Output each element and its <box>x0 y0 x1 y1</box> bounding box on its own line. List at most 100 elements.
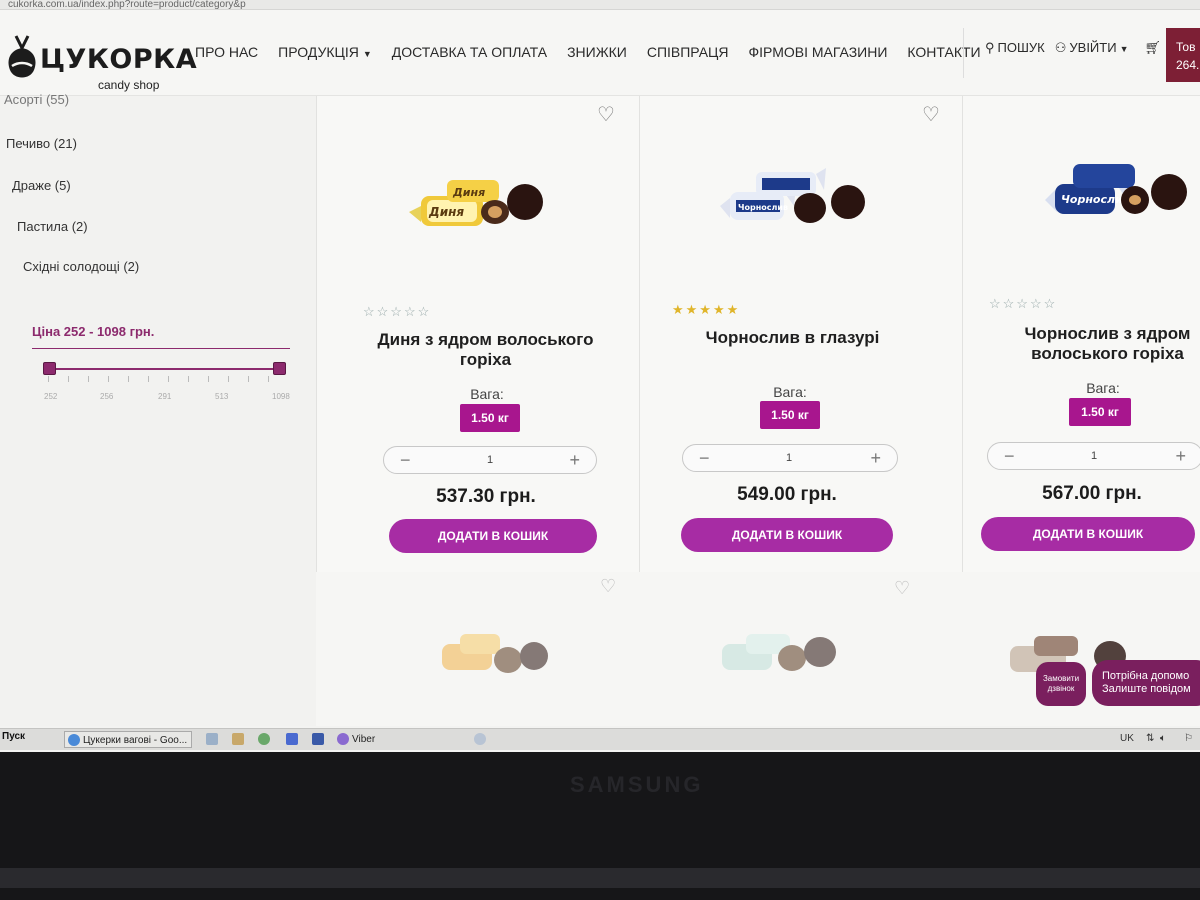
product-image[interactable]: Чорнослив <box>1043 156 1193 226</box>
price-slider-ticks <box>44 376 290 384</box>
price-tick-label: 256 <box>100 392 114 401</box>
cart-summary-label: Тов <box>1176 40 1196 54</box>
plus-icon[interactable]: + <box>870 448 881 469</box>
nav-stores[interactable]: ФІРМОВІ МАГАЗИНИ <box>739 40 898 64</box>
svg-text:Чорнослив: Чорнослив <box>1061 193 1130 206</box>
header-divider <box>963 28 964 78</box>
product-image[interactable]: Чорнослив <box>718 162 868 232</box>
chevron-down-icon: ▼ <box>1119 44 1129 54</box>
cart-icon[interactable]: 🛒︎ <box>1144 40 1161 56</box>
background-screen-taskbar <box>0 868 1200 888</box>
main-nav: ПРО НАС ПРОДУКЦІЯ ▼ ДОСТАВКА ТА ОПЛАТА ЗН… <box>185 40 991 64</box>
viber-icon <box>337 733 349 745</box>
nav-about[interactable]: ПРО НАС <box>185 40 268 64</box>
price-slider-track[interactable] <box>48 368 280 370</box>
heart-icon[interactable]: ♡ <box>597 102 615 127</box>
nav-delivery[interactable]: ДОСТАВКА ТА ОПЛАТА <box>382 40 557 64</box>
price-slider-max-handle[interactable] <box>273 362 286 375</box>
cart-summary[interactable]: Тов 264. <box>1166 28 1200 82</box>
start-button[interactable]: Пуск <box>2 731 25 742</box>
chevron-down-icon: ▼ <box>362 49 372 59</box>
category-link-cookies[interactable]: Печиво (21) <box>6 136 77 151</box>
quantity-stepper[interactable]: − 1 + <box>383 446 597 474</box>
taskbar-window-title: Цукерки вагові - Goo... <box>83 735 188 746</box>
minus-icon[interactable]: − <box>699 448 710 469</box>
taskbar-browser-window[interactable]: Цукерки вагові - Goo... <box>64 731 192 748</box>
product-name[interactable]: Диня з ядром волоського горіха <box>363 330 608 370</box>
category-link-cut[interactable]: Асорті (55) <box>4 92 69 107</box>
explorer-icon[interactable] <box>232 733 244 745</box>
candy-logo-icon <box>8 35 36 78</box>
browser-icon[interactable] <box>258 733 270 745</box>
nav-contacts[interactable]: КОНТАКТИ <box>897 40 990 64</box>
price-tick-label: 1098 <box>272 392 290 401</box>
product-image[interactable] <box>716 628 846 678</box>
category-link-dragee[interactable]: Драже (5) <box>12 178 71 193</box>
nav-products-label: ПРОДУКЦІЯ <box>278 44 359 60</box>
product-price: 567.00 грн. <box>1042 483 1142 504</box>
product-card: ♡ Диня Диня ☆☆☆☆☆ Диня з ядром волоськог… <box>316 96 639 572</box>
svg-text:Чорнослив: Чорнослив <box>738 203 788 212</box>
product-name[interactable]: Чорнослив в глазурі <box>670 328 915 348</box>
callback-button[interactable]: Замовити дзвінок <box>1036 662 1086 706</box>
weight-label: Вага: <box>773 384 807 400</box>
app-icon[interactable] <box>312 733 324 745</box>
weight-option-button[interactable]: 1.50 кг <box>760 401 820 429</box>
price-slider-min-handle[interactable] <box>43 362 56 375</box>
price-tick-label: 291 <box>158 392 172 401</box>
logo[interactable]: ЦУКОРКА candy shop <box>2 26 197 92</box>
help-line-1: Потрібна допомо <box>1102 670 1190 682</box>
quantity-value[interactable]: 1 <box>480 454 500 466</box>
taskbar-viber[interactable]: Viber <box>334 731 400 748</box>
product-image[interactable]: Диня Диня <box>407 166 557 236</box>
heart-icon[interactable]: ♡ <box>922 102 940 127</box>
product-card: Чорнослив ☆☆☆☆☆ Чорнослив з ядром волось… <box>962 96 1200 572</box>
add-to-cart-button[interactable]: ДОДАТИ В КОШИК <box>981 517 1195 551</box>
search-button[interactable]: ⚲ ПОШУК <box>985 40 1045 56</box>
price-filter-underline <box>32 348 290 349</box>
flag-icon[interactable]: ⚐ <box>1184 733 1193 744</box>
quantity-stepper[interactable]: − 1 + <box>682 444 898 472</box>
weight-option-button[interactable]: 1.50 кг <box>1069 398 1131 426</box>
nav-discounts[interactable]: ЗНИЖКИ <box>557 40 637 64</box>
product-name[interactable]: Чорнослив з ядром волоського горіха <box>1015 324 1200 364</box>
add-to-cart-button[interactable]: ДОДАТИ В КОШИК <box>681 518 893 552</box>
weight-option-button[interactable]: 1.50 кг <box>460 404 520 432</box>
minus-icon[interactable]: − <box>1004 446 1015 467</box>
add-to-cart-button[interactable]: ДОДАТИ В КОШИК <box>389 519 597 553</box>
price-tick-label: 252 <box>44 392 58 401</box>
svg-text:Диня: Диня <box>452 186 485 199</box>
heart-icon[interactable]: ♡ <box>600 576 616 597</box>
help-line-2: Залиште повідом <box>1102 683 1191 695</box>
login-label: УВІЙТИ <box>1069 40 1117 55</box>
nav-products[interactable]: ПРОДУКЦІЯ ▼ <box>268 40 382 64</box>
header-actions: ⚲ ПОШУК ⚇ УВІЙТИ ▼ 🛒︎ <box>985 40 1161 56</box>
product-image[interactable] <box>436 630 556 680</box>
product-price: 537.30 грн. <box>436 486 536 507</box>
language-indicator[interactable]: UK <box>1120 733 1134 744</box>
quantity-value[interactable]: 1 <box>1084 450 1104 462</box>
plus-icon[interactable]: + <box>569 450 580 471</box>
quantity-stepper[interactable]: − 1 + <box>987 442 1200 470</box>
nav-cooperation[interactable]: СПІВПРАЦЯ <box>637 40 739 64</box>
rating-stars: ★★★★★ <box>672 302 741 317</box>
price-tick-label: 513 <box>215 392 229 401</box>
product-price: 549.00 грн. <box>737 484 837 505</box>
category-link-pastila[interactable]: Пастила (2) <box>17 219 88 234</box>
login-button[interactable]: ⚇ УВІЙТИ ▼ <box>1055 40 1129 56</box>
save-icon[interactable] <box>286 733 298 745</box>
plus-icon[interactable]: + <box>1175 446 1186 467</box>
tray-app-icon[interactable] <box>474 733 486 745</box>
category-link-oriental[interactable]: Східні солодощі (2) <box>23 259 139 274</box>
folder-icon[interactable] <box>206 733 218 745</box>
heart-icon[interactable]: ♡ <box>894 578 910 599</box>
minus-icon[interactable]: − <box>400 450 411 471</box>
volume-icon[interactable]: 🔈︎ <box>1160 733 1166 744</box>
help-chat-widget[interactable]: Потрібна допомо Залиште повідом <box>1092 660 1200 706</box>
start-label: Пуск <box>2 731 26 742</box>
network-icon[interactable]: ⇅ <box>1146 733 1154 744</box>
search-label: ПОШУК <box>997 40 1045 55</box>
address-bar[interactable]: cukorka.com.ua/index.php?route=product/c… <box>0 0 1200 10</box>
windows-taskbar: Пуск Цукерки вагові - Goo... Viber UK ⇅ … <box>0 728 1200 750</box>
quantity-value[interactable]: 1 <box>779 452 799 464</box>
